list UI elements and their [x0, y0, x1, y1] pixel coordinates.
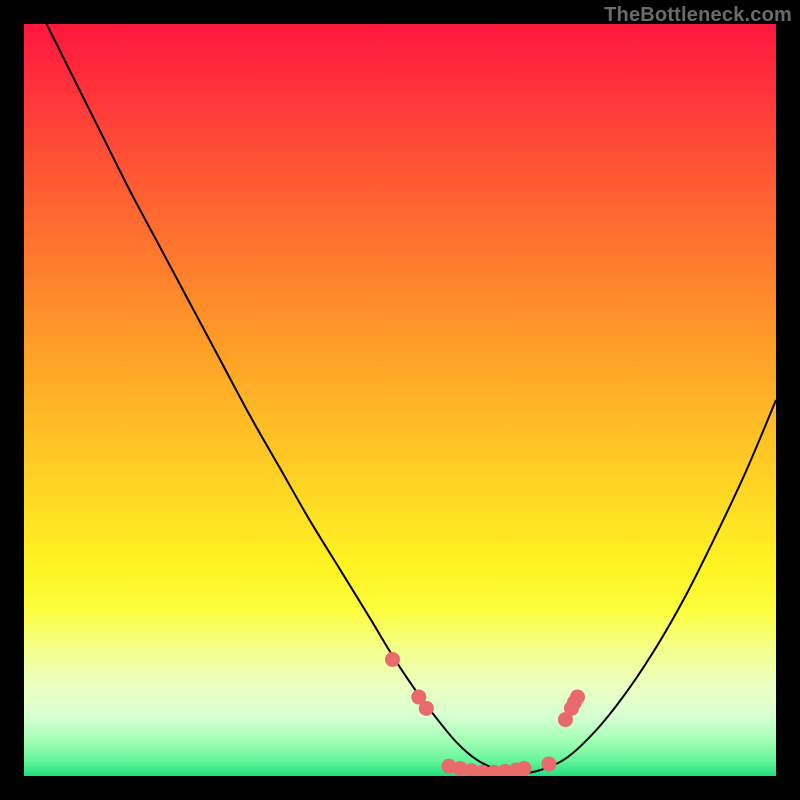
- watermark-text: TheBottleneck.com: [604, 4, 792, 27]
- chart-svg: [24, 24, 776, 776]
- data-marker: [419, 701, 434, 716]
- data-marker: [385, 652, 400, 667]
- data-marker: [541, 756, 556, 771]
- data-marker: [570, 690, 585, 705]
- data-marker: [517, 761, 532, 776]
- chart-plot-area: [24, 24, 776, 776]
- bottleneck-curve: [47, 24, 776, 773]
